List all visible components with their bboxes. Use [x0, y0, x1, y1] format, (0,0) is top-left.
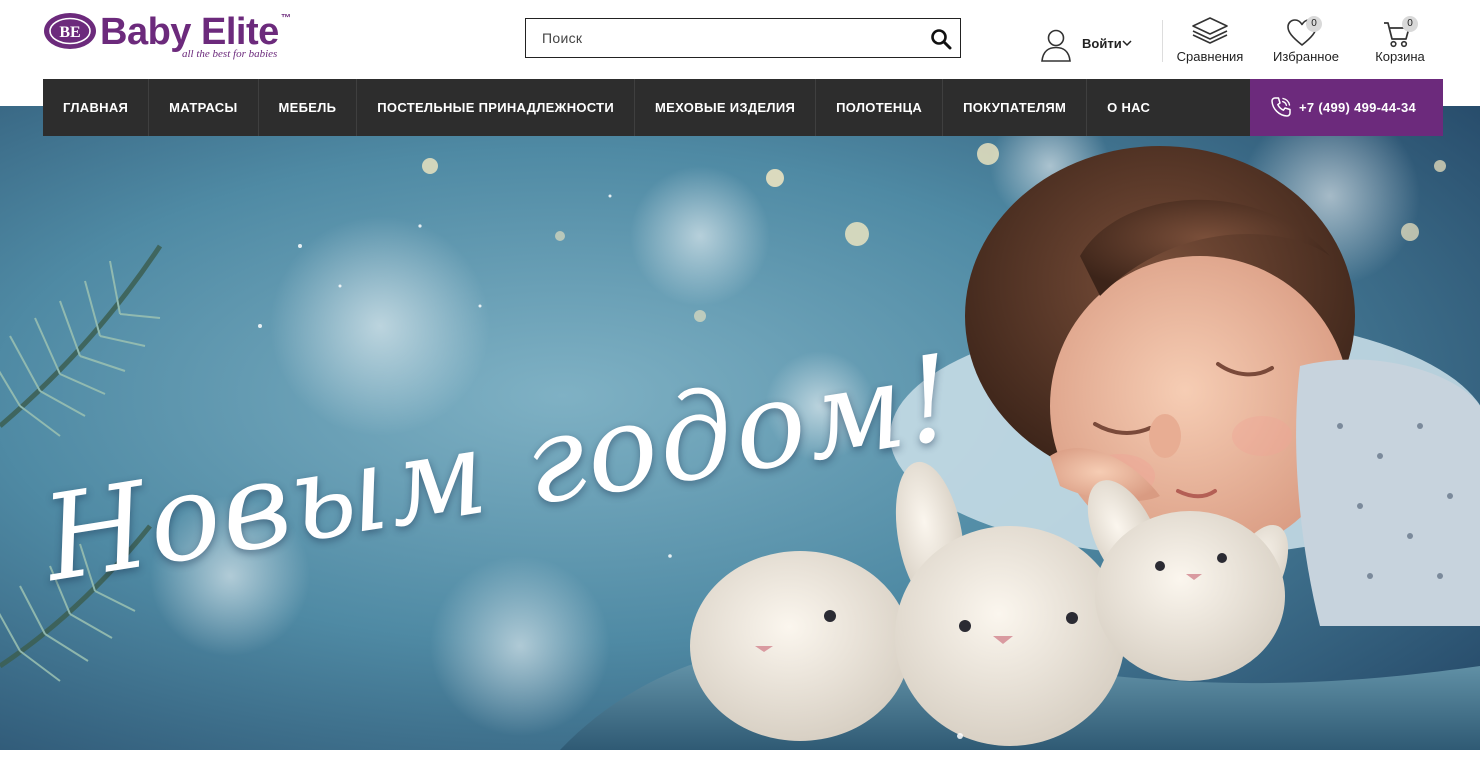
cart-count-badge: 0	[1402, 16, 1418, 32]
main-navigation: ГЛАВНАЯ МАТРАСЫ МЕБЕЛЬ ПОСТЕЛЬНЫЕ ПРИНАД…	[43, 79, 1443, 136]
compare-button[interactable]: Сравнения	[1170, 16, 1250, 68]
hero-banner[interactable]: Новым годом!	[0, 106, 1480, 750]
search-box	[525, 18, 961, 58]
wishlist-count-badge: 0	[1306, 16, 1322, 32]
phone-button[interactable]: +7 (499) 499-44-34	[1250, 79, 1443, 136]
nav-item-fur-products[interactable]: МЕХОВЫЕ ИЗДЕЛИЯ	[635, 79, 817, 136]
header-divider	[1162, 20, 1163, 62]
nav-item-towels[interactable]: ПОЛОТЕНЦА	[816, 79, 944, 136]
wishlist-button[interactable]: 0 Избранное	[1266, 16, 1346, 68]
nav-item-customers[interactable]: ПОКУПАТЕЛЯМ	[943, 79, 1088, 136]
site-header: BE Baby Elite ™ all the best for babies …	[0, 0, 1480, 79]
wishlist-label: Избранное	[1273, 49, 1339, 64]
nav-item-home[interactable]: ГЛАВНАЯ	[43, 79, 150, 136]
search-icon[interactable]	[930, 28, 952, 50]
nav-item-mattresses[interactable]: МАТРАСЫ	[149, 79, 259, 136]
nav-item-furniture[interactable]: МЕБЕЛЬ	[259, 79, 358, 136]
cart-label: Корзина	[1375, 49, 1425, 64]
compare-label: Сравнения	[1176, 49, 1244, 64]
phone-icon	[1271, 97, 1291, 117]
brand-logo[interactable]: BE Baby Elite ™ all the best for babies	[43, 10, 298, 66]
logo-badge-icon: BE	[44, 13, 96, 49]
brand-trademark: ™	[281, 13, 291, 24]
brand-tagline: all the best for babies	[182, 48, 278, 60]
search-input[interactable]	[526, 19, 916, 57]
login-label: Войти	[1082, 36, 1122, 51]
layers-icon	[1192, 17, 1228, 44]
login-button[interactable]: Войти	[1040, 28, 1140, 62]
user-icon	[1041, 29, 1071, 62]
nav-item-about[interactable]: О НАС	[1087, 79, 1170, 136]
nav-item-bedding[interactable]: ПОСТЕЛЬНЫЕ ПРИНАДЛЕЖНОСТИ	[357, 79, 636, 136]
cart-button[interactable]: 0 Корзина	[1368, 16, 1432, 68]
phone-number: +7 (499) 499-44-34	[1299, 100, 1417, 115]
svg-text:BE: BE	[59, 24, 80, 41]
chevron-down-icon	[1122, 40, 1132, 47]
